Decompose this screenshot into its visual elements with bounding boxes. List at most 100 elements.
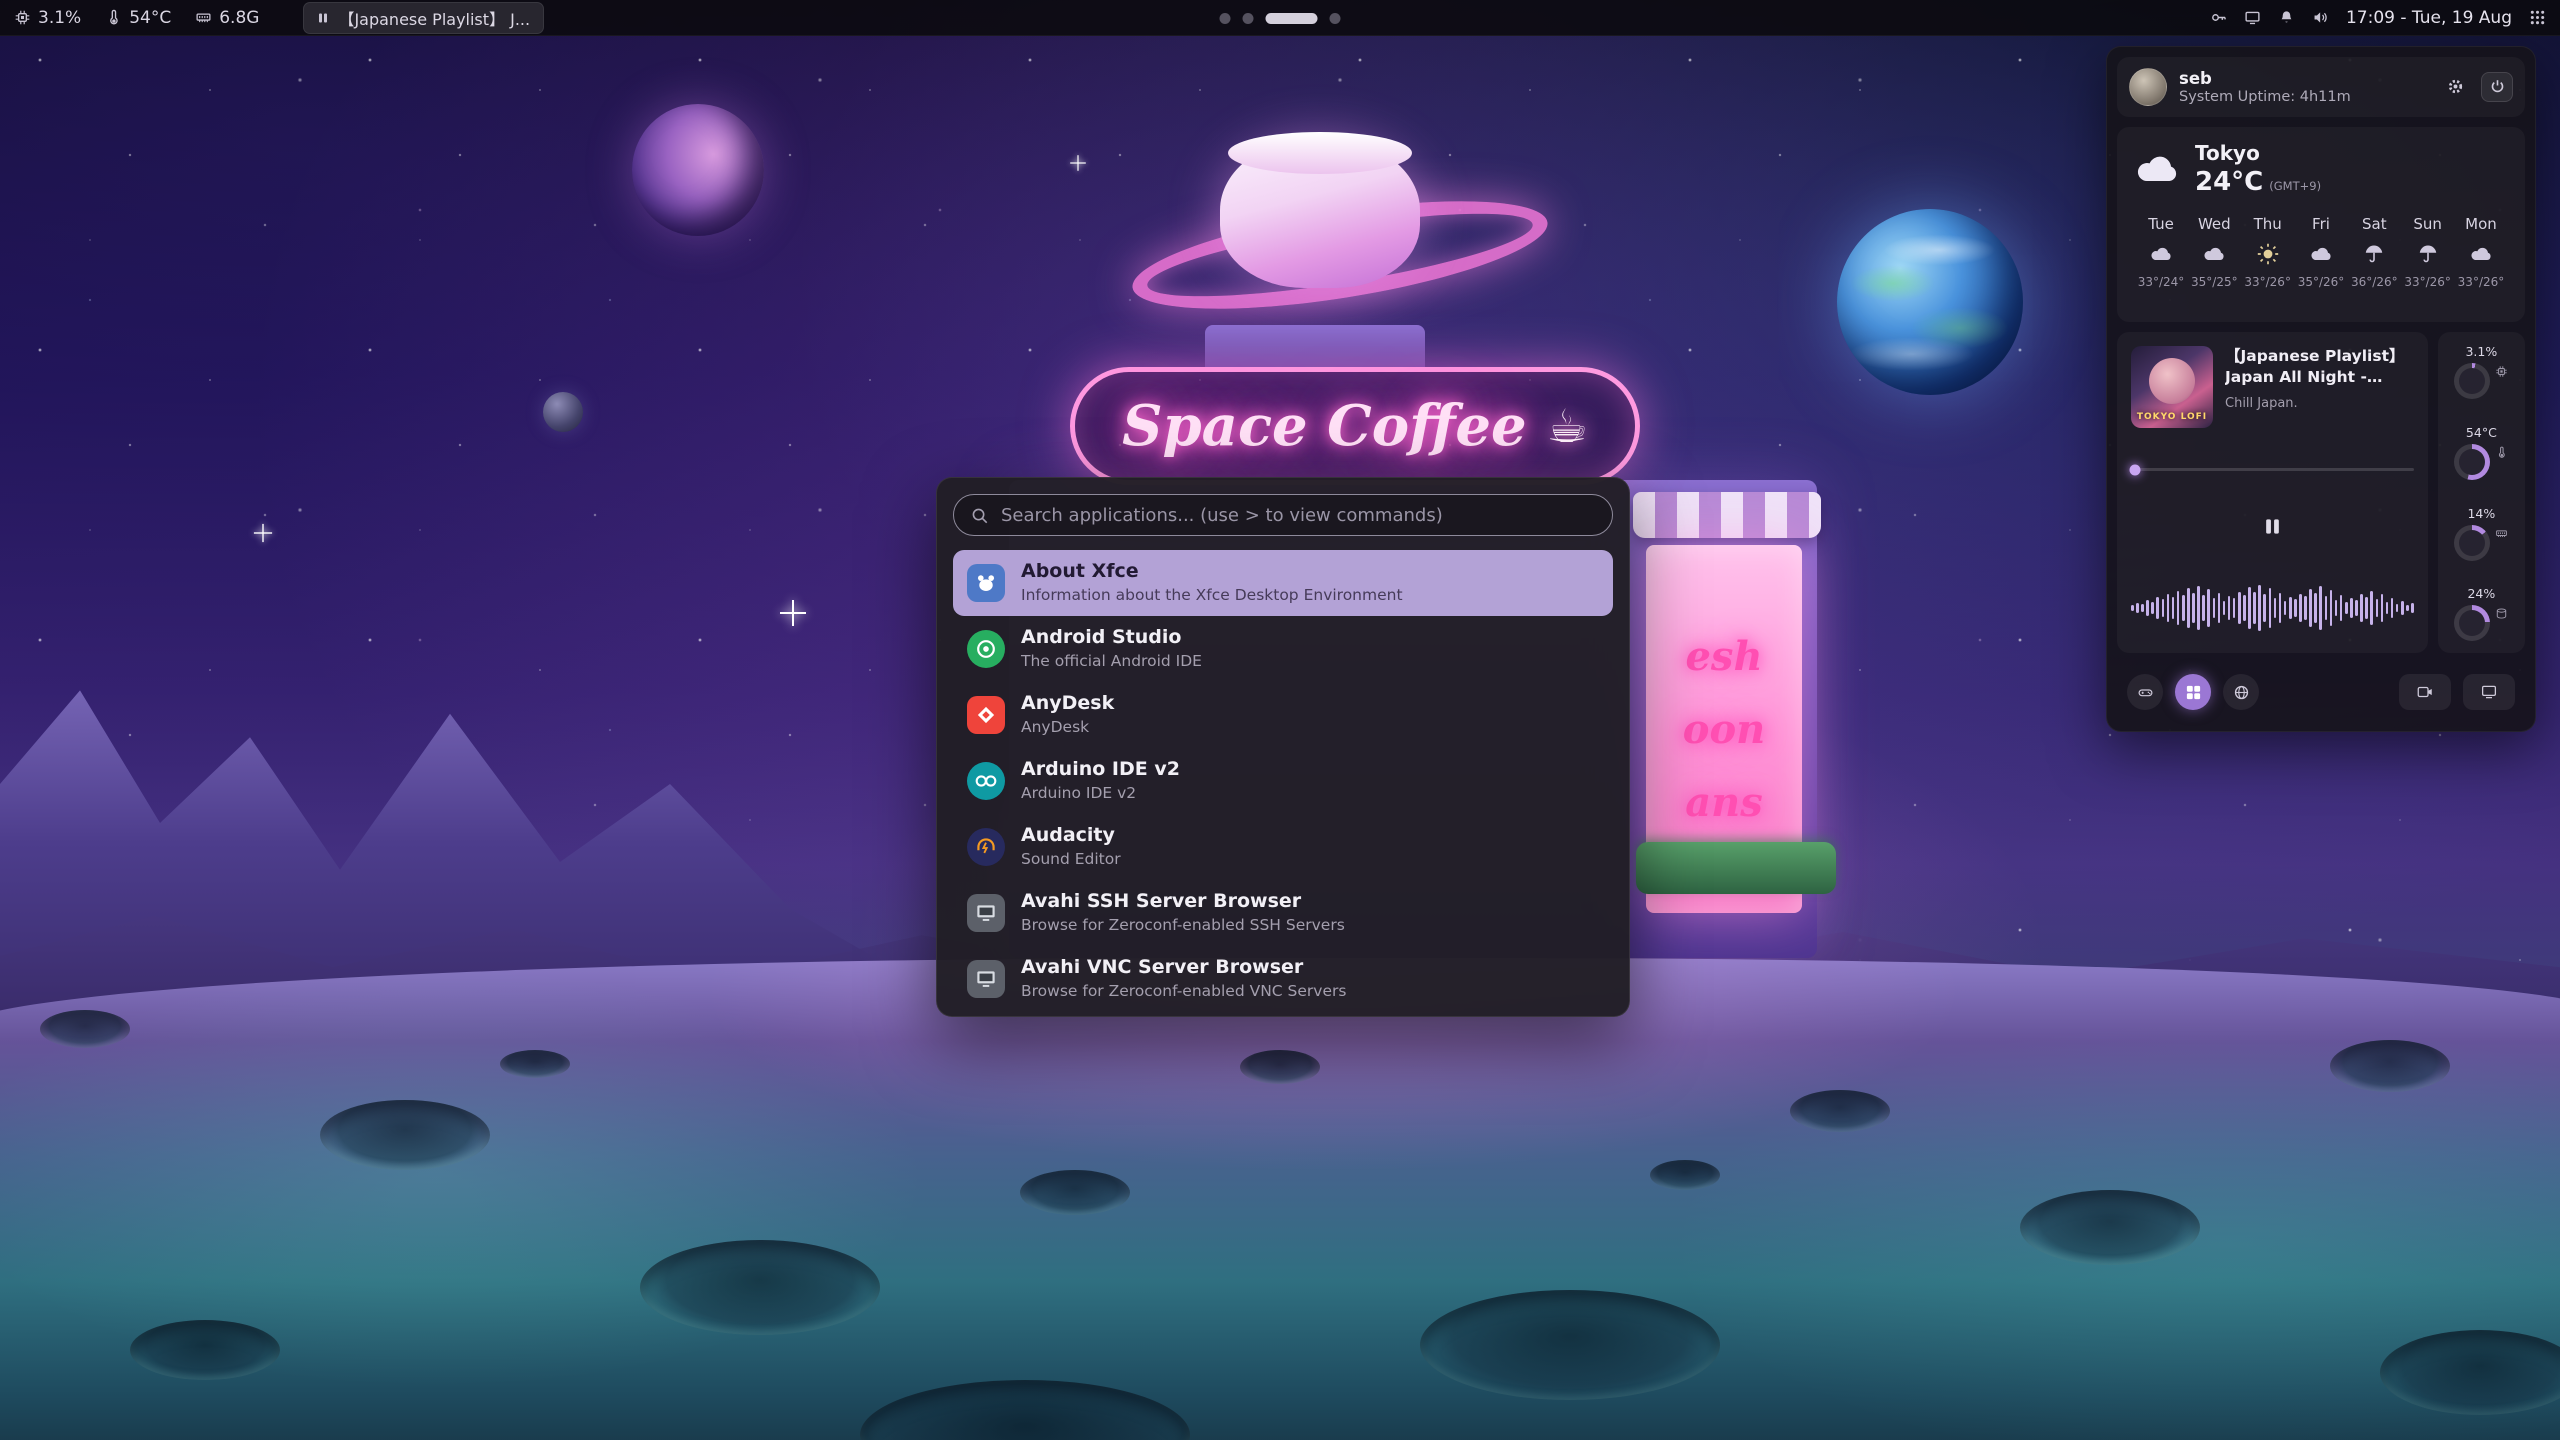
weather-temperature: 24°C — [2195, 167, 2263, 197]
thermometer-icon — [105, 9, 122, 26]
forecast-day: Thu 33°/26° — [2242, 215, 2294, 289]
app-row-about-xfce[interactable]: About Xfce Information about the Xfce De… — [953, 550, 1613, 616]
mountains — [0, 628, 980, 1018]
app-title: Avahi VNC Server Browser — [1021, 956, 1346, 980]
disk-icon — [2495, 607, 2508, 620]
cpu-gauge: 3.1% — [2454, 344, 2508, 399]
controller-icon — [2137, 684, 2154, 701]
panel-buttons — [2117, 663, 2525, 721]
window-neon-text: oon — [1683, 706, 1765, 753]
volume-icon[interactable] — [2312, 9, 2329, 26]
crater — [1240, 1050, 1320, 1084]
seek-track[interactable] — [2131, 468, 2414, 471]
app-row-audacity[interactable]: Audacity Sound Editor — [953, 814, 1613, 880]
app-description: Sound Editor — [1021, 850, 1121, 869]
app-row-android-studio[interactable]: Android Studio The official Android IDE — [953, 616, 1613, 682]
memory-stat: 6.8G — [195, 8, 259, 28]
weather-icon — [2362, 242, 2386, 266]
gauge-ring — [2454, 363, 2490, 399]
workspace-dot-active[interactable] — [1266, 13, 1318, 24]
avahi-ssh-app-icon — [967, 894, 1005, 932]
crater — [2020, 1190, 2200, 1265]
cafe-awning — [1633, 492, 1821, 538]
app-title: Audacity — [1021, 824, 1121, 848]
app-description: The official Android IDE — [1021, 652, 1202, 671]
globe-icon — [2233, 684, 2250, 701]
workspace-dot[interactable] — [1330, 13, 1341, 24]
weather-timezone: (GMT+9) — [2269, 179, 2321, 193]
avahi-vnc-app-icon — [967, 960, 1005, 998]
sign-marquee — [1205, 325, 1425, 371]
app-launcher: About Xfce Information about the Xfce De… — [936, 477, 1630, 1017]
search-icon — [970, 506, 989, 525]
weather-forecast: Tue 33°/24° Wed 35°/25° Thu 33°/26° Fri — [2133, 215, 2509, 289]
app-row-anydesk[interactable]: AnyDesk AnyDesk — [953, 682, 1613, 748]
app-row-avahi-ssh[interactable]: Avahi SSH Server Browser Browse for Zero… — [953, 880, 1613, 946]
app-row-avahi-vnc[interactable]: Avahi VNC Server Browser Browse for Zero… — [953, 946, 1613, 1012]
workspace-dot[interactable] — [1220, 13, 1231, 24]
apps-grid-icon[interactable] — [2529, 9, 2546, 26]
now-playing-label: 【Japanese Playlist】 J... — [338, 6, 530, 30]
clock[interactable]: 17:09 - Tue, 19 Aug — [2346, 8, 2512, 28]
search-input[interactable] — [1001, 505, 1596, 526]
seek-handle[interactable] — [2130, 464, 2141, 475]
anydesk-app-icon — [967, 696, 1005, 734]
gauge-ring — [2454, 444, 2490, 480]
display-icon[interactable] — [2244, 9, 2261, 26]
star-sparkle — [780, 600, 806, 626]
sign-text: Space Coffee — [1122, 393, 1527, 459]
star-sparkle — [254, 524, 272, 542]
forecast-day: Wed 35°/25° — [2188, 215, 2240, 289]
gear-icon — [2447, 78, 2464, 95]
media-player: TOKYO LOFI 【Japanese Playlist】 Japan All… — [2117, 332, 2428, 653]
gauge-ring — [2454, 605, 2490, 641]
temperature-gauge: 54°C — [2454, 425, 2508, 480]
cpu-stat: 3.1% — [14, 8, 81, 28]
weather-section: Tokyo 24°C (GMT+9) Tue 33°/24° Wed 35°/2… — [2117, 127, 2525, 322]
workspace-indicator[interactable] — [1220, 0, 1341, 36]
star-sparkle — [1070, 155, 1086, 171]
planet-ring — [1126, 180, 1554, 331]
crater — [40, 1010, 130, 1048]
track-artist: Chill Japan. — [2225, 396, 2414, 411]
crater — [1790, 1090, 1890, 1132]
apps-grid-button[interactable] — [2175, 674, 2211, 710]
workspace-dot[interactable] — [1243, 13, 1254, 24]
controller-button[interactable] — [2127, 674, 2163, 710]
app-row-arduino-ide[interactable]: Arduino IDE v2 Arduino IDE v2 — [953, 748, 1613, 814]
xfce-app-icon — [967, 564, 1005, 602]
now-playing-pill[interactable]: 【Japanese Playlist】 J... — [303, 2, 544, 34]
user-section: seb System Uptime: 4h11m — [2117, 57, 2525, 117]
seek-bar[interactable] — [2131, 464, 2414, 476]
app-title: AnyDesk — [1021, 692, 1114, 716]
small-moon — [543, 392, 583, 432]
weather-icon — [2202, 242, 2226, 266]
vpn-key-icon[interactable] — [2210, 9, 2227, 26]
temperature-stat: 54°C — [105, 8, 171, 28]
search-bar — [953, 494, 1613, 536]
window-button[interactable] — [2463, 674, 2515, 710]
cpu-icon — [2495, 365, 2508, 378]
grid-icon — [2185, 684, 2202, 701]
arduino-app-icon — [967, 762, 1005, 800]
app-title: Avahi SSH Server Browser — [1021, 890, 1345, 914]
power-button[interactable] — [2481, 72, 2513, 102]
pause-button[interactable] — [2255, 512, 2289, 542]
pause-icon — [317, 12, 329, 24]
memory-gauge: 14% — [2454, 506, 2508, 561]
top-bar: 3.1% 54°C 6.8G 【Japanese Playlist】 J... — [0, 0, 2560, 36]
audacity-app-icon — [967, 828, 1005, 866]
app-description: Browse for Zeroconf-enabled VNC Servers — [1021, 982, 1346, 1001]
globe-button[interactable] — [2223, 674, 2259, 710]
window-neon-text: ans — [1685, 779, 1763, 826]
settings-button[interactable] — [2439, 72, 2471, 102]
cafe-window: esh oon ans — [1646, 545, 1802, 913]
planet-earth — [1837, 209, 2023, 395]
crater — [500, 1050, 570, 1078]
cpu-value: 3.1% — [38, 8, 81, 28]
notifications-bell-icon[interactable] — [2278, 9, 2295, 26]
screen-record-button[interactable] — [2399, 674, 2451, 710]
disk-gauge: 24% — [2454, 586, 2508, 641]
power-icon — [2489, 78, 2506, 95]
pause-icon — [2263, 517, 2282, 536]
